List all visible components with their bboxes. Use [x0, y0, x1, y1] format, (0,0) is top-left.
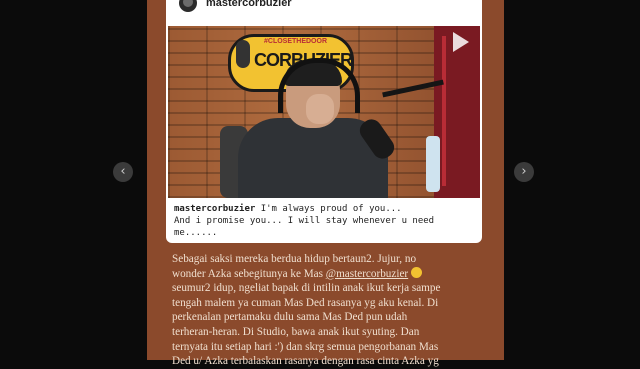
play-icon[interactable] — [453, 32, 469, 52]
post-header: mastercorbuzier — [166, 0, 482, 26]
post-body-text: Sebagai saksi mereka berdua hidup bertau… — [172, 252, 490, 369]
chevron-left-icon: ‹ — [120, 164, 126, 179]
post-username[interactable]: mastercorbuzier — [206, 0, 292, 9]
logo-mic-icon — [236, 40, 250, 68]
embedded-post-card[interactable]: mastercorbuzier #CLOSETHEDOOR CORBUZIER … — [166, 0, 482, 243]
text-line-5: perkenalan pertamaku dulu sama Mas Ded p… — [172, 311, 408, 324]
water-bottle — [426, 136, 440, 192]
prev-slide-button[interactable]: ‹ — [113, 162, 133, 182]
next-slide-button[interactable]: › — [514, 162, 534, 182]
caption-line-1: I'm always proud of you... — [260, 204, 402, 214]
video-frame[interactable]: #CLOSETHEDOOR CORBUZIER — [168, 26, 480, 198]
avatar[interactable] — [179, 0, 197, 12]
text-line-6: terheran-heran. Di Studio, bawa anak iku… — [172, 325, 420, 338]
text-line-1: Sebagai saksi mereka berdua hidup bertau… — [172, 253, 417, 265]
text-line-7: ternyata itu setiap hari :') dan skrg se… — [172, 340, 439, 353]
hand — [306, 94, 334, 124]
logo-tag: #CLOSETHEDOOR — [264, 38, 328, 45]
post-caption: mastercorbuzier I'm always proud of you.… — [174, 203, 474, 239]
text-line-2: wonder Azka sebegitunya ke Mas — [172, 267, 326, 280]
text-line-3: seumur2 idup, ngeliat bapak di intilin a… — [172, 282, 441, 295]
text-line-4: tengah malem ya cuman Mas Ded rasanya yg… — [172, 296, 439, 309]
text-line-8: Ded u/ Azka terbalaskan rasanya dengan r… — [172, 355, 439, 368]
emoji-icon — [410, 266, 422, 278]
caption-username[interactable]: mastercorbuzier — [174, 204, 255, 214]
mention-link[interactable]: @mastercorbuzier — [326, 268, 408, 280]
caption-line-2: And i promise you... I will stay wheneve… — [174, 216, 435, 238]
chevron-right-icon: › — [521, 164, 527, 179]
